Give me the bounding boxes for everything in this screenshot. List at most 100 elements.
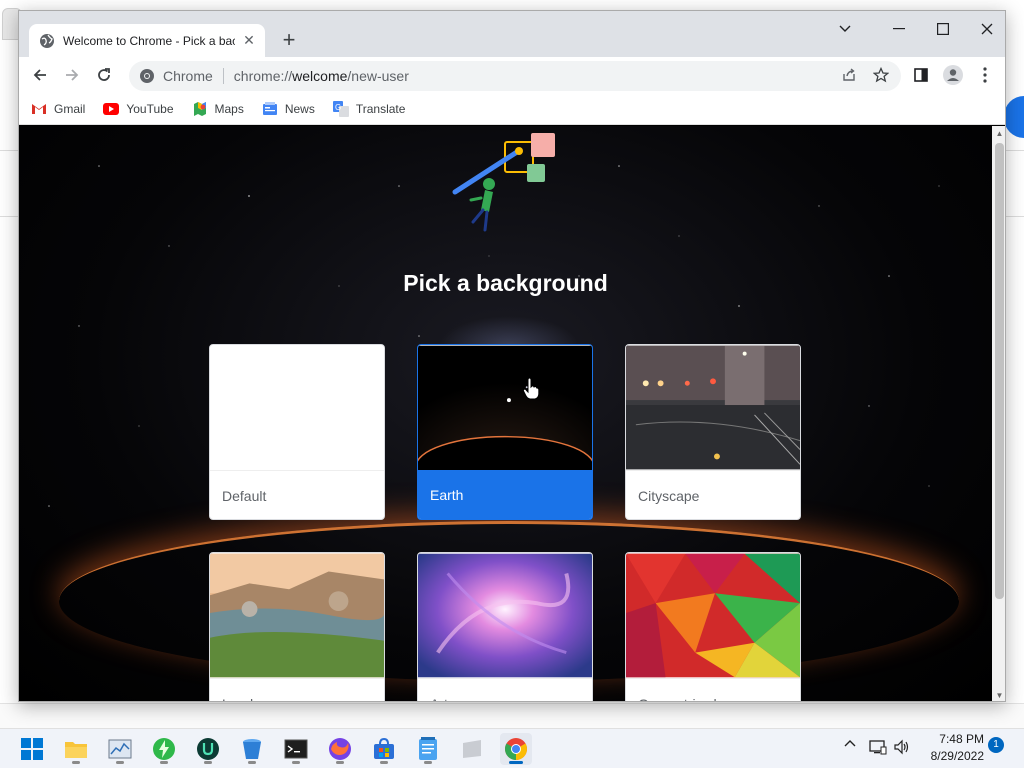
running-indicator	[204, 761, 212, 764]
background-option-geometric[interactable]: Geometric shapes	[625, 552, 801, 701]
taskbar-app-bucket[interactable]	[236, 733, 268, 765]
hand-cursor-icon	[523, 378, 539, 400]
address-bar[interactable]: Chrome chrome://welcome/new-user	[129, 61, 901, 91]
background-label: Art	[418, 678, 592, 701]
bookmark-label: Maps	[214, 101, 244, 116]
background-option-default[interactable]: Default	[209, 344, 385, 520]
gmail-icon	[32, 103, 46, 114]
running-indicator	[248, 761, 256, 764]
show-hidden-icons-button[interactable]	[842, 739, 858, 747]
terminal-icon	[284, 739, 308, 759]
active-indicator	[509, 761, 523, 764]
running-indicator	[72, 761, 80, 764]
background-option-landscape[interactable]: Landscape	[209, 552, 385, 701]
bookmark-youtube[interactable]: YouTube	[103, 102, 174, 116]
profile-button[interactable]	[941, 63, 965, 87]
running-indicator	[292, 761, 300, 764]
windows-logo-icon	[21, 738, 43, 760]
url-host: welcome	[292, 68, 348, 84]
network-status[interactable]	[868, 739, 888, 755]
clock-date: 8/29/2022	[930, 749, 984, 763]
default-thumbnail	[210, 345, 384, 470]
kebab-menu-icon	[983, 67, 987, 83]
taskbar-terminal[interactable]	[280, 733, 312, 765]
background-label: Cityscape	[626, 470, 800, 519]
tab-title: Welcome to Chrome - Pick a bac	[63, 33, 235, 48]
youtube-icon	[103, 102, 120, 115]
taskbar-app-green[interactable]	[148, 733, 180, 765]
bookmark-gmail[interactable]: Gmail	[31, 102, 85, 116]
notepad-icon	[419, 737, 437, 760]
background-label: Earth	[418, 470, 592, 519]
background-option-art[interactable]: Art	[417, 552, 593, 701]
title-bar: Welcome to Chrome - Pick a bac ✕ +	[19, 11, 1005, 57]
taskbar-store[interactable]	[368, 733, 400, 765]
bucket-icon	[243, 739, 261, 759]
bookmark-star-button[interactable]	[869, 63, 893, 87]
clock[interactable]: 7:48 PM 8/29/2022	[922, 731, 984, 765]
taskbar-file-explorer[interactable]	[60, 733, 92, 765]
welcome-page: Pick a background Default Earth Cityscap…	[19, 126, 992, 701]
taskbar-resource-monitor[interactable]	[104, 733, 136, 765]
page-scrollbar[interactable]: ▲ ▼	[992, 126, 1005, 701]
chrome-icon	[140, 69, 154, 83]
window-tile-icon	[463, 740, 481, 758]
tab-welcome[interactable]: Welcome to Chrome - Pick a bac ✕	[29, 24, 265, 57]
running-indicator	[160, 761, 168, 764]
taskbar-chrome[interactable]	[500, 733, 532, 765]
star-icon	[873, 67, 889, 83]
background-option-cityscape[interactable]: Cityscape	[625, 344, 801, 520]
network-icon	[869, 740, 887, 755]
scroll-up-icon[interactable]: ▲	[992, 126, 1005, 141]
running-indicator	[380, 761, 388, 764]
omnibox-separator	[222, 68, 224, 84]
folder-icon	[65, 742, 87, 758]
site-label: Chrome	[163, 68, 213, 84]
running-indicator	[336, 761, 344, 764]
volume-control[interactable]	[892, 739, 912, 755]
side-panel-button[interactable]	[909, 63, 933, 87]
taskbar-notepad[interactable]	[412, 733, 444, 765]
forward-arrow-icon	[66, 69, 79, 81]
chrome-window: Welcome to Chrome - Pick a bac ✕ + Chrom…	[18, 10, 1006, 702]
minimize-button[interactable]	[881, 15, 917, 43]
store-bag-icon	[374, 738, 394, 759]
speaker-icon	[894, 739, 909, 755]
menu-button[interactable]	[973, 63, 997, 87]
bookmark-maps[interactable]: Maps	[192, 101, 244, 117]
tab-search-icon[interactable]	[833, 15, 857, 43]
running-indicator	[424, 761, 432, 764]
bookmark-news[interactable]: News	[262, 101, 315, 116]
toolbar: Chrome chrome://welcome/new-user	[19, 57, 1005, 93]
start-button[interactable]	[16, 733, 48, 765]
chrome-logo-icon	[505, 738, 527, 760]
forward-button[interactable]	[60, 63, 84, 87]
share-button[interactable]	[837, 63, 861, 87]
back-button[interactable]	[28, 63, 52, 87]
bookmark-label: News	[284, 101, 315, 116]
close-tab-icon[interactable]: ✕	[241, 32, 257, 49]
taskbar-app-u[interactable]	[192, 733, 224, 765]
notification-badge[interactable]: 1	[988, 737, 1004, 753]
translate-icon: G	[332, 100, 349, 117]
background-footer	[0, 703, 1024, 728]
background-label: Landscape	[210, 678, 384, 701]
close-window-button[interactable]	[969, 15, 1005, 43]
url-scheme: chrome://	[233, 68, 293, 84]
clock-time: 7:48 PM	[939, 732, 984, 746]
scroll-down-icon[interactable]: ▼	[992, 688, 1005, 701]
cityscape-thumbnail	[626, 345, 800, 470]
back-arrow-icon	[33, 69, 46, 81]
scrollbar-thumb[interactable]	[995, 143, 1004, 599]
news-icon	[262, 101, 277, 115]
new-tab-button[interactable]: +	[277, 29, 301, 53]
taskbar-app-gray[interactable]	[456, 733, 488, 765]
background-option-earth[interactable]: Earth	[417, 344, 593, 520]
reload-button[interactable]	[92, 63, 116, 87]
share-icon	[843, 68, 855, 81]
bookmark-translate[interactable]: G Translate	[332, 100, 405, 117]
painter-illustration-icon	[452, 133, 555, 232]
geometric-thumbnail	[626, 553, 800, 678]
taskbar-firefox[interactable]	[324, 733, 356, 765]
maximize-button[interactable]	[925, 15, 961, 43]
